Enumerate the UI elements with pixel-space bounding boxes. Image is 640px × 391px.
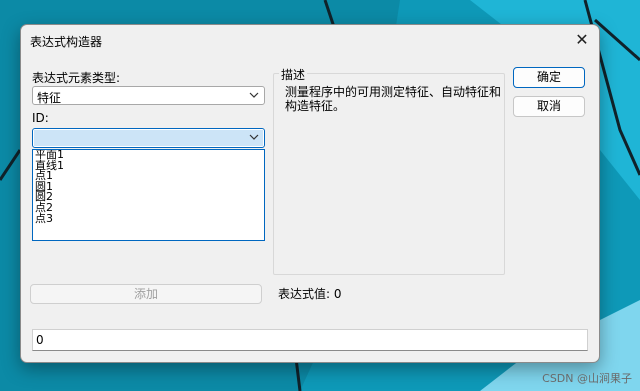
list-item[interactable]: 点1 bbox=[33, 170, 264, 182]
close-icon[interactable]: ✕ bbox=[571, 29, 593, 51]
expression-input[interactable]: 0 bbox=[32, 329, 588, 351]
cancel-button[interactable]: 取消 bbox=[513, 96, 585, 117]
list-item[interactable]: 直线1 bbox=[33, 160, 264, 172]
expression-value-label: 表达式值: 0 bbox=[278, 287, 342, 301]
element-type-label: 表达式元素类型: bbox=[32, 71, 121, 85]
dialog-title: 表达式构造器 bbox=[30, 35, 103, 49]
list-item[interactable]: 点2 bbox=[33, 202, 264, 214]
expression-input-value: 0 bbox=[36, 333, 44, 347]
chevron-down-icon bbox=[249, 92, 259, 98]
id-select-highlight bbox=[34, 130, 263, 146]
id-select[interactable] bbox=[32, 128, 265, 148]
id-dropdown-list[interactable]: 平面1 直线1 点1 圆1 圆2 点2 点3 bbox=[32, 149, 265, 241]
list-item[interactable]: 圆1 bbox=[33, 181, 264, 193]
description-title: 描述 bbox=[279, 66, 308, 83]
element-type-select[interactable]: 特征 bbox=[32, 86, 265, 105]
id-label: ID: bbox=[32, 111, 49, 125]
chevron-down-icon bbox=[249, 134, 259, 140]
list-item[interactable]: 圆2 bbox=[33, 192, 264, 203]
ok-button[interactable]: 确定 bbox=[513, 67, 585, 88]
list-item[interactable]: 点3 bbox=[33, 213, 264, 225]
description-text: 测量程序中的可用测定特征、自动特征和构造特征。 bbox=[285, 85, 502, 113]
expression-builder-dialog: 表达式构造器 ✕ 表达式元素类型: 特征 ID: 平面1 直线1 点1 圆1 圆… bbox=[20, 24, 600, 363]
element-type-value: 特征 bbox=[37, 91, 62, 105]
title-bar[interactable]: 表达式构造器 ✕ bbox=[21, 25, 599, 55]
watermark: CSDN @山涧果子 bbox=[542, 372, 632, 385]
add-button[interactable]: 添加 bbox=[30, 284, 262, 304]
list-item[interactable]: 平面1 bbox=[33, 150, 264, 161]
